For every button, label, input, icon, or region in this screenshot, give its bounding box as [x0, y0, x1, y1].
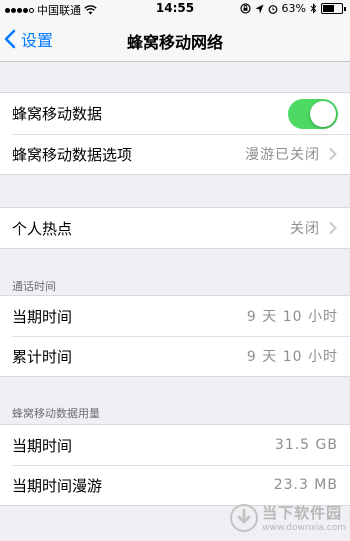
alarm-icon — [268, 4, 277, 14]
usage-roaming-row: 当期时间漫游 23.3 MB — [0, 465, 350, 505]
toggle-knob — [310, 100, 336, 127]
call-time-header: 通话时间 — [12, 280, 56, 293]
status-bar: 中国联通 14:55 63% — [0, 0, 350, 17]
bluetooth-icon — [310, 3, 317, 14]
navigation-bar: 设置 蜂窝移动网络 — [0, 17, 350, 62]
usage-roaming-value: 23.3 MB — [273, 477, 338, 493]
cellular-data-row: 蜂窝移动数据 — [0, 93, 350, 134]
cellular-data-options-label: 蜂窝移动数据选项 — [12, 145, 133, 164]
usage-current-value: 31.5 GB — [274, 437, 338, 453]
cellular-data-options-value: 漫游已关闭 — [245, 147, 320, 163]
cellular-data-label: 蜂窝移动数据 — [12, 105, 103, 123]
battery-percent: 63% — [281, 2, 306, 15]
cellular-data-toggle[interactable] — [288, 98, 338, 129]
personal-hotspot-label: 个人热点 — [12, 219, 73, 238]
usage-current-row: 当期时间 31.5 GB — [0, 425, 350, 465]
usage-roaming-label: 当期时间漫游 — [12, 476, 103, 495]
lifetime-row: 累计时间 9 天 10 小时 — [0, 336, 350, 376]
current-period-row: 当期时间 9 天 10 小时 — [0, 296, 350, 336]
watermark-url: www.downxia.com — [262, 523, 346, 533]
personal-hotspot-row[interactable]: 个人热点 关闭 — [0, 208, 350, 248]
lifetime-value: 9 天 10 小时 — [246, 349, 338, 365]
chevron-right-icon — [329, 147, 337, 161]
current-period-value: 9 天 10 小时 — [246, 309, 338, 325]
current-period-label: 当期时间 — [12, 307, 73, 326]
battery-icon — [321, 3, 343, 14]
call-time-group: 当期时间 9 天 10 小时 累计时间 9 天 10 小时 — [0, 295, 350, 377]
cellular-data-group: 蜂窝移动数据 蜂窝移动数据选项 漫游已关闭 — [0, 92, 350, 175]
lifetime-label: 累计时间 — [12, 347, 73, 366]
usage-current-label: 当期时间 — [12, 436, 73, 455]
lock-rotation-icon — [239, 3, 251, 14]
page-title: 蜂窝移动网络 — [126, 33, 223, 52]
watermark-title: 当下软件园 — [262, 504, 343, 522]
cellular-data-options-row[interactable]: 蜂窝移动数据选项 漫游已关闭 — [0, 134, 350, 174]
location-icon — [255, 4, 264, 13]
chevron-right-icon — [329, 221, 337, 235]
watermark: 当下软件园 www.downxia.com — [230, 502, 346, 533]
cellular-usage-group: 当期时间 31.5 GB 当期时间漫游 23.3 MB — [0, 424, 350, 506]
personal-hotspot-value: 关闭 — [290, 221, 320, 237]
cellular-usage-header: 蜂窝移动数据用量 — [12, 407, 100, 420]
battery-level-fill — [323, 5, 334, 12]
downxia-logo-icon — [230, 503, 259, 532]
status-right: 63% — [239, 2, 346, 15]
hotspot-group: 个人热点 关闭 — [0, 207, 350, 249]
